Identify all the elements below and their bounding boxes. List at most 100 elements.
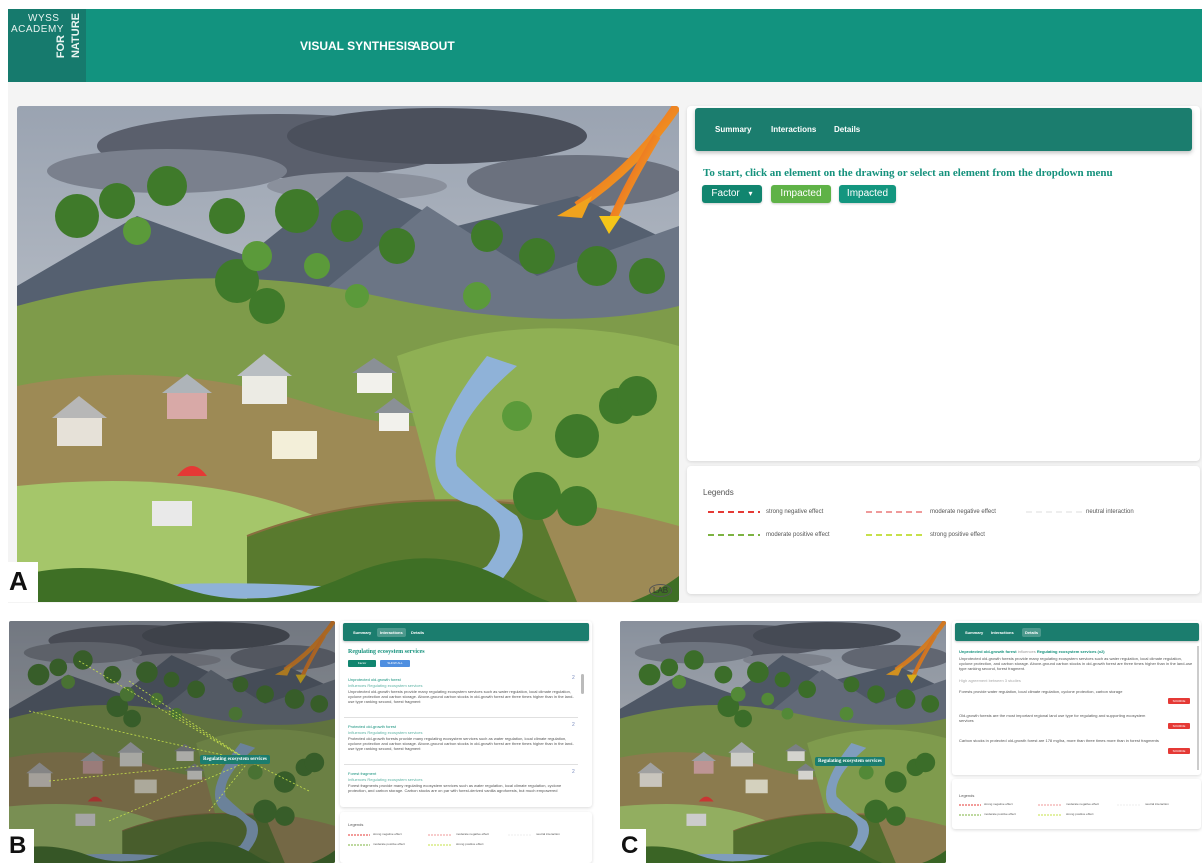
- panel-b-legend-label: moderate negative effect: [456, 832, 489, 836]
- panel-b-card-sub: Influences Regulating ecosystem services: [348, 683, 423, 688]
- tab-interactions[interactable]: Interactions: [771, 125, 816, 134]
- panel-c-legend: Legends strong negative effect moderate …: [952, 779, 1201, 829]
- landscape-drawing[interactable]: LAB: [17, 106, 679, 602]
- panel-c-agreement: High agreement between 3 studies: [959, 678, 1021, 683]
- panel-c-source-button[interactable]: SOURCE: [1168, 748, 1190, 754]
- panel-c-legend-label: neutral interaction: [1145, 802, 1169, 806]
- panel-b-card-count: 2: [572, 722, 575, 728]
- wyss-academy-logo[interactable]: WYSS ACADEMY FOR NATURE: [8, 9, 86, 82]
- app-header: WYSS ACADEMY FOR NATURE VISUAL SYNTHESIS…: [8, 9, 1202, 82]
- logo-line-1: WYSS: [28, 13, 60, 24]
- factor-dropdown-label: Factor: [711, 188, 740, 199]
- panel-c-sidepanel: Summary Interactions Details Unprotected…: [952, 621, 1201, 775]
- panel-c-legend-label: moderate negative effect: [1066, 802, 1099, 806]
- panel-label-c: C: [621, 832, 639, 859]
- panel-c-heading-factor: Unprotected old-growth forest: [959, 649, 1017, 654]
- panel-c-illustration[interactable]: [620, 621, 946, 863]
- legend-label: strong positive effect: [930, 532, 985, 538]
- legend-line-neutral: [1026, 511, 1082, 513]
- panel-c-drawing[interactable]: Regulating ecosystem services: [620, 621, 946, 863]
- panel-c-heading: Unprotected old-growth forest influences…: [959, 649, 1195, 654]
- panel-b-tab-details[interactable]: Details: [411, 630, 424, 635]
- panel-c-legend-line-moderate-negative: [1038, 804, 1062, 806]
- panel-b-scrollbar[interactable]: [581, 674, 584, 694]
- panel-b-tabbar: Summary Interactions Details: [343, 623, 589, 641]
- factor-dropdown[interactable]: Factor ▾: [702, 185, 762, 203]
- tab-details[interactable]: Details: [834, 125, 860, 134]
- legend-panel: Legends strong negative effect moderate …: [687, 466, 1200, 594]
- panel-c-legend-label: moderate positive effect: [984, 812, 1016, 816]
- panel-b-drawing[interactable]: Regulating ecosystem services: [9, 621, 335, 863]
- panel-b-card-sub: Influences Regulating ecosystem services: [348, 730, 423, 735]
- panel-c-intro: Unprotected old-growth forests provide m…: [959, 656, 1193, 671]
- panel-b-legend-line-moderate-negative: [428, 834, 452, 836]
- panel-c-legend-line-neutral: [1117, 804, 1141, 806]
- panel-c-tab-summary[interactable]: Summary: [965, 630, 983, 635]
- nav-visual-synthesis[interactable]: VISUAL SYNTHESIS: [300, 39, 415, 53]
- panel-b-illustration[interactable]: [9, 621, 335, 863]
- nav-about[interactable]: ABOUT: [412, 39, 455, 53]
- panel-c-tab-details[interactable]: Details: [1022, 628, 1042, 637]
- artist-signature: LAB: [649, 584, 673, 597]
- panel-b-legend-label: strong negative effect: [373, 832, 402, 836]
- panel-c-tab-interactions[interactable]: Interactions: [991, 630, 1014, 635]
- panel-b-factor-button[interactable]: Factor: [348, 660, 376, 667]
- panel-b-card-count: 2: [572, 769, 575, 775]
- panel-b-card-count: 2: [572, 675, 575, 681]
- panel-b-card-text: Protected old-growth forests provide man…: [348, 736, 574, 751]
- chevron-down-icon: ▾: [748, 189, 753, 198]
- panel-b-legend-title: Legends: [348, 822, 364, 827]
- logo-line-2: ACADEMY: [11, 24, 64, 35]
- panel-b-legend-label: neutral interaction: [536, 832, 560, 836]
- panel-b-title: Regulating ecosystem services: [348, 649, 425, 655]
- panel-b-card[interactable]: Forest fragment 2 Influences Regulating …: [344, 768, 578, 806]
- legend-item-neutral: neutral interaction: [1026, 507, 1186, 517]
- legend-line-moderate-positive: [708, 534, 760, 536]
- panel-b-card[interactable]: Protected old-growth forest 2 Influences…: [344, 721, 578, 765]
- panel-c-bubble[interactable]: Regulating ecosystem services: [815, 757, 885, 766]
- legend-label: moderate negative effect: [930, 509, 996, 515]
- panel-c-legend-line-strong-negative: [959, 804, 981, 806]
- impacted-button-2[interactable]: Impacted: [839, 185, 896, 203]
- panel-b-card-text: Forest fragments provide many regulating…: [348, 783, 562, 793]
- panel-b-bubble[interactable]: Regulating ecosystem services: [200, 755, 270, 764]
- panel-c-heading-target: Regulating ecosystem services (x2): [1036, 649, 1105, 654]
- legend-line-moderate-negative: [866, 511, 922, 513]
- panel-b-legend-line-moderate-positive: [348, 844, 370, 846]
- panel-c-tabbar: Summary Interactions Details: [955, 623, 1199, 641]
- panel-c-legend-line-moderate-positive: [959, 814, 981, 816]
- panel-b-tab-interactions[interactable]: Interactions: [377, 628, 406, 637]
- panel-b-legend-label: strong positive effect: [456, 842, 484, 846]
- legend-item-moderate-negative: moderate negative effect: [866, 507, 1026, 517]
- panel-b-legend-label: moderate positive effect: [373, 842, 405, 846]
- panel-b-card-list[interactable]: Unprotected old-growth forest 2 Influenc…: [344, 674, 584, 806]
- legend-item-strong-negative: strong negative effect: [708, 507, 858, 517]
- panel-label-a: A: [9, 566, 28, 596]
- panel-b-sidepanel: Summary Interactions Details Regulating …: [340, 621, 592, 807]
- panel-b-legend-line-strong-positive: [428, 844, 452, 846]
- panel-b-card-title: Protected old-growth forest: [348, 724, 397, 729]
- panel-label-b: B: [9, 832, 27, 859]
- panel-c-heading-mid: influences: [1017, 649, 1036, 654]
- landscape-illustration[interactable]: [17, 106, 679, 602]
- logo-line-3: FOR: [55, 35, 67, 59]
- tab-summary[interactable]: Summary: [715, 125, 751, 134]
- panel-b-card[interactable]: Unprotected old-growth forest 2 Influenc…: [344, 674, 578, 718]
- panel-b-card-text: Unprotected old-growth forests provide m…: [348, 689, 574, 704]
- panel-b-show-all-button[interactable]: SHOW ALL: [380, 660, 410, 667]
- legend-line-strong-negative: [708, 511, 760, 513]
- panel-c-legend-label: strong positive effect: [1066, 812, 1094, 816]
- side-panel: Summary Interactions Details To start, c…: [687, 106, 1200, 461]
- panel-c-statement: Carbon stocks in protected old-growth fo…: [959, 738, 1159, 743]
- panel-b-card-sub: Influences Regulating ecosystem services: [348, 777, 423, 782]
- panel-c-source-button[interactable]: SOURCE: [1168, 698, 1190, 704]
- impacted-button-1[interactable]: Impacted: [771, 185, 831, 203]
- legend-label: neutral interaction: [1086, 509, 1134, 515]
- legend-label: moderate positive effect: [766, 532, 830, 538]
- panel-c-source-button[interactable]: SOURCE: [1168, 723, 1190, 729]
- panel-b-legend-line-neutral: [508, 834, 532, 836]
- panel-c-statement: Forests provide water regulation, local …: [959, 689, 1123, 694]
- panel-b-tab-summary[interactable]: Summary: [353, 630, 371, 635]
- legend-item-strong-positive: strong positive effect: [866, 530, 1016, 540]
- panel-c-scrollbar[interactable]: [1197, 646, 1199, 770]
